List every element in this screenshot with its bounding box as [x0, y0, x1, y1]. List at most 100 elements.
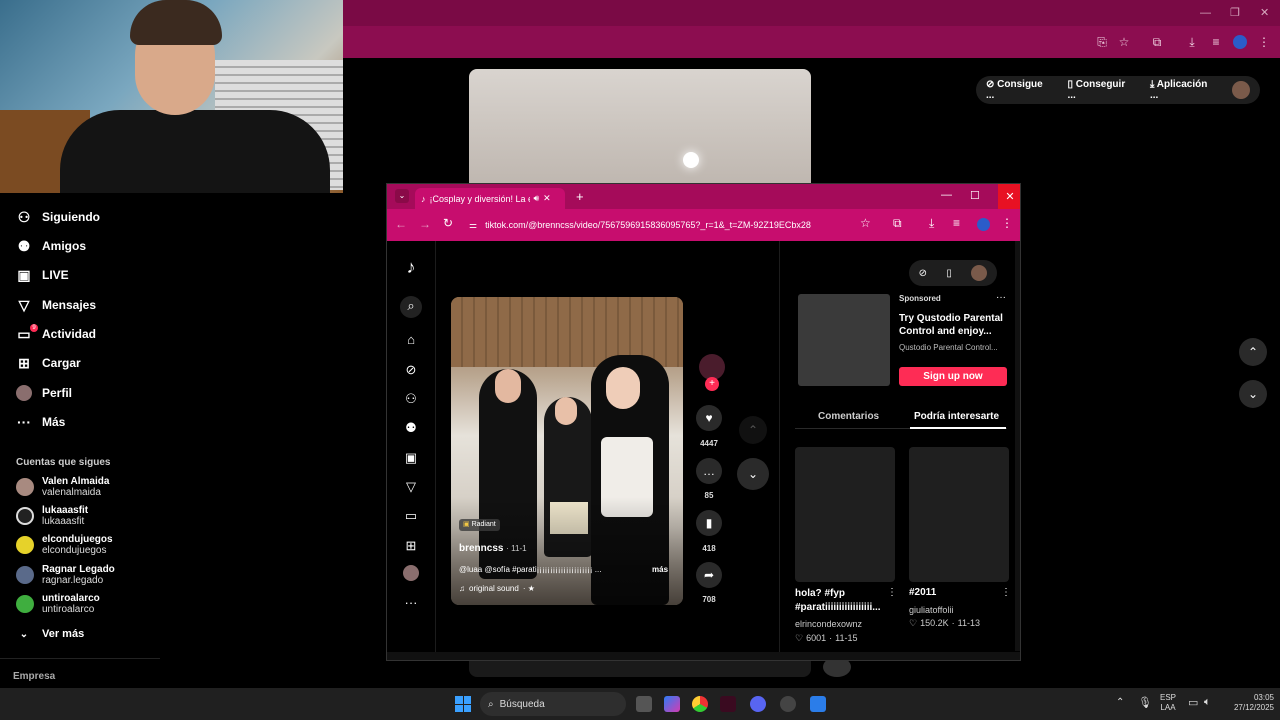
follow-plus-icon[interactable]: +	[705, 377, 719, 391]
video-sound[interactable]: ♫ original sound · ★	[459, 584, 535, 593]
video-author[interactable]: brenncss	[459, 543, 503, 554]
video-player[interactable]: ▣ Radiant brenncss · 11-1 @luaa @sofía #…	[451, 297, 683, 605]
horizontal-scrollbar[interactable]	[387, 652, 1020, 660]
ad-cta-button[interactable]: Sign up now	[899, 367, 1007, 386]
restore-icon[interactable]: ❐	[1230, 6, 1240, 19]
close-icon[interactable]: ✕	[1260, 6, 1269, 19]
bookmark-star-icon[interactable]: ☆	[1117, 35, 1131, 49]
friends-icon[interactable]: ⚉	[401, 418, 421, 438]
profile-avatar-icon[interactable]	[977, 218, 990, 231]
save-button[interactable]: ▮	[696, 510, 722, 536]
ext-app-button[interactable]: ⤓ Aplicación ...	[1150, 79, 1218, 101]
nav-activity[interactable]: ▭ Actividad	[16, 322, 96, 346]
nav-profile[interactable]: Perfil	[16, 381, 72, 405]
more-icon[interactable]: ···	[401, 593, 421, 613]
share-button[interactable]: ➦	[696, 562, 722, 588]
app-icon[interactable]	[780, 696, 796, 712]
minimize-icon[interactable]: —	[941, 189, 952, 201]
home-icon[interactable]: ⌂	[401, 330, 421, 350]
tab-tiktok[interactable]: ♪ ¡Cosplay y diversión! La ese 🔊︎ ✕	[415, 188, 565, 209]
extensions-icon[interactable]: ⧉	[1150, 35, 1164, 49]
forward-icon[interactable]: →	[419, 217, 431, 231]
nav-friends[interactable]: ⚉ Amigos	[16, 234, 86, 258]
menu-icon[interactable]: ⋮	[1257, 35, 1271, 49]
download-icon[interactable]: ⤓	[929, 216, 934, 231]
download-icon[interactable]: ⤓	[1185, 35, 1199, 49]
suggested-video-card[interactable]	[795, 447, 895, 582]
upload-icon[interactable]: ⊞	[401, 536, 421, 556]
card-title[interactable]: hola? #fyp #paratiiiiiiiiiiiiiiiii...	[795, 587, 883, 615]
language-indicator[interactable]: ESP LAA	[1160, 693, 1176, 713]
see-more-link[interactable]: ⌄ Ver más	[16, 622, 84, 646]
card-author[interactable]: giuliatoffolii	[909, 605, 953, 615]
maximize-icon[interactable]: ☐	[970, 189, 980, 202]
ext-get-icon[interactable]: ⊘	[919, 268, 927, 279]
following-account[interactable]: untiroalarco untiroalarco	[16, 593, 100, 615]
clock[interactable]: 03:05 27/12/2025	[1222, 693, 1274, 713]
nav-more[interactable]: ··· Más	[16, 410, 65, 434]
like-button[interactable]: ♥	[696, 405, 722, 431]
back-icon[interactable]: ←	[395, 217, 407, 231]
scroll-down-button[interactable]: ⌄	[1239, 380, 1267, 408]
discord-icon[interactable]	[750, 696, 766, 712]
minimize-icon[interactable]: —	[1200, 7, 1211, 19]
tab-close-icon[interactable]: ✕	[543, 193, 551, 204]
address-bar[interactable]: ⚌ tiktok.com/@brenncss/video/75675969158…	[469, 215, 854, 235]
profile-avatar-icon[interactable]	[1233, 35, 1247, 49]
ext-get-button[interactable]: ⊘ Consigue ...	[986, 79, 1053, 101]
following-icon[interactable]: ⚇	[401, 389, 421, 409]
card-more-icon[interactable]: ⋮	[1001, 587, 1011, 598]
start-button[interactable]	[455, 696, 471, 712]
site-info-icon[interactable]: ⚌	[469, 220, 477, 231]
nav-live[interactable]: ▣ LIVE	[16, 263, 68, 287]
microphone-icon[interactable]: 🎙︎	[1138, 696, 1152, 709]
card-more-icon[interactable]: ⋮	[887, 587, 897, 598]
reload-icon[interactable]: ↻	[443, 216, 453, 230]
nav-following[interactable]: ⚇ Siguiendo	[16, 205, 100, 229]
extensions-icon[interactable]: ⧉	[893, 216, 902, 231]
playlist-icon[interactable]: ≡	[953, 216, 960, 230]
avatar[interactable]	[971, 265, 988, 281]
chrome-icon[interactable]	[692, 696, 708, 712]
copilot-icon[interactable]	[664, 696, 680, 712]
following-account[interactable]: Ragnar Legado ragnar.legado	[16, 564, 115, 586]
prev-video-button[interactable]: ⌃	[739, 416, 767, 444]
comment-button[interactable]: …	[696, 458, 722, 484]
activity-icon[interactable]: ▭	[401, 506, 421, 526]
following-account[interactable]: elcondujuegos elcondujuegos	[16, 534, 113, 556]
tab-suggested[interactable]: Podría interesarte	[914, 411, 999, 422]
scroll-up-button[interactable]: ⌃	[1239, 338, 1267, 366]
tab-search-icon[interactable]: ⌄	[395, 189, 409, 203]
taskbar-search[interactable]: ⌕ Búsqueda	[480, 692, 626, 716]
tiktok-logo-icon[interactable]: ♪	[401, 257, 421, 277]
ad-more-icon[interactable]: ···	[996, 292, 1006, 303]
network-icon[interactable]: ▭	[1188, 696, 1198, 709]
ext-phone-button[interactable]: ▯ Conseguir ...	[1067, 79, 1135, 101]
card-title[interactable]: #2011	[909, 587, 936, 598]
bookmark-star-icon[interactable]: ☆	[860, 216, 871, 230]
following-account[interactable]: lukaaasfit lukaaasfit	[16, 505, 88, 527]
ext-phone-icon[interactable]: ▯	[946, 268, 952, 279]
install-app-icon[interactable]: ⎘	[1095, 35, 1109, 49]
tiktok-app-icon[interactable]	[720, 696, 736, 712]
playlist-icon[interactable]: ≡	[1209, 35, 1223, 49]
tray-overflow-icon[interactable]: ⌃	[1116, 697, 1124, 708]
following-account[interactable]: Valen Almaida valenalmaida	[16, 476, 109, 498]
new-tab-icon[interactable]: +	[576, 189, 584, 204]
menu-icon[interactable]: ⋮	[1001, 216, 1013, 230]
nav-upload[interactable]: ⊞ Cargar	[16, 351, 81, 375]
suggested-video-card[interactable]	[909, 447, 1009, 582]
caption-more-link[interactable]: más	[652, 565, 668, 574]
nav-messages[interactable]: ▽ Mensajes	[16, 293, 96, 317]
avatar[interactable]	[1232, 81, 1250, 99]
footer-company-link[interactable]: Empresa	[13, 671, 55, 682]
window-close-button[interactable]: ✕	[998, 184, 1020, 209]
explore-icon[interactable]: ⊘	[401, 360, 421, 380]
effect-badge[interactable]: ▣ Radiant	[459, 519, 500, 531]
app-icon[interactable]	[810, 696, 826, 712]
profile-icon[interactable]	[403, 565, 419, 581]
speaker-icon[interactable]: 🔊︎	[534, 193, 540, 204]
ad-title[interactable]: Try Qustodio Parental Control and enjoy.…	[899, 312, 1007, 338]
messages-icon[interactable]: ▽	[401, 477, 421, 497]
search-icon[interactable]: ⌕	[400, 296, 422, 318]
